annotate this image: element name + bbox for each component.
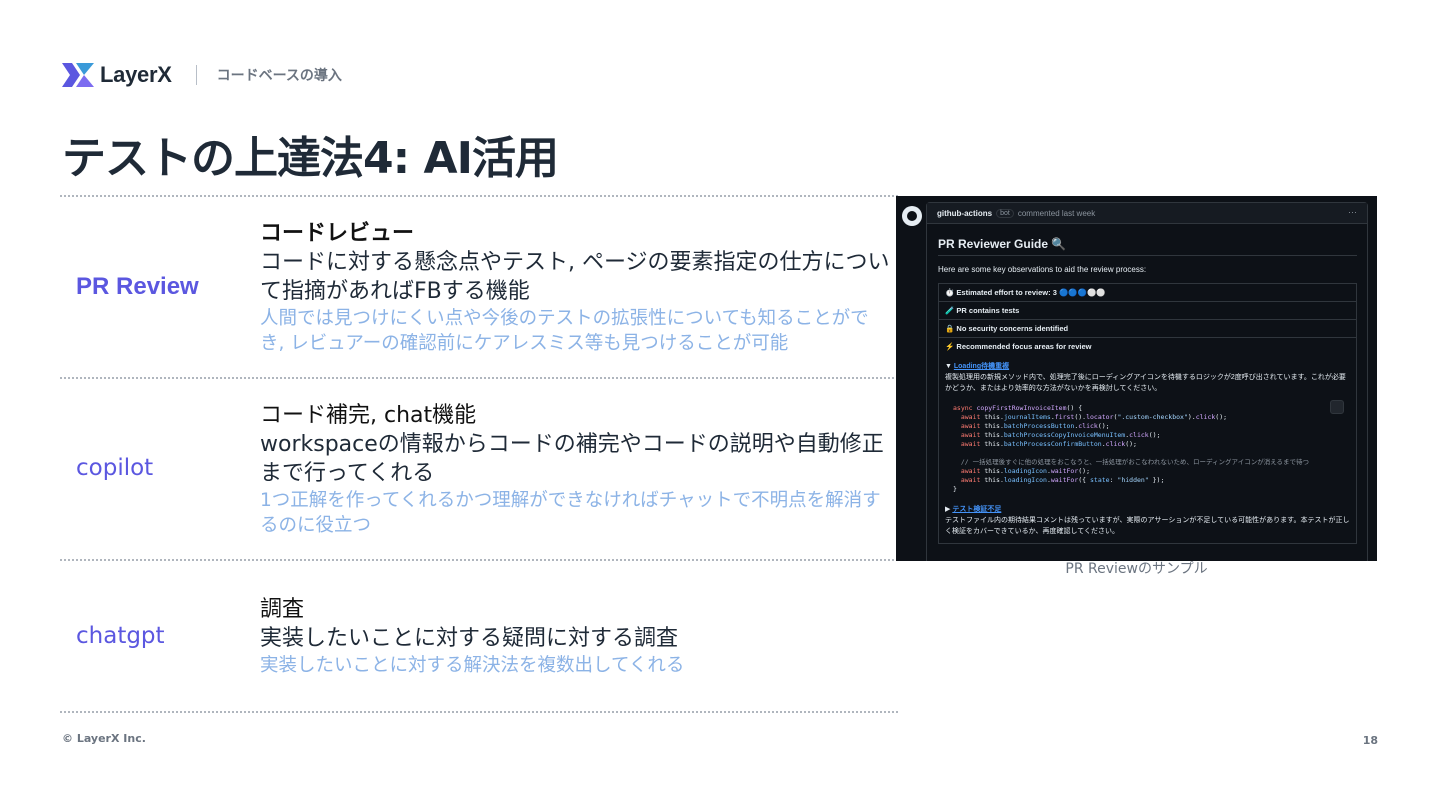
review-item: ⚡ Recommended focus areas for review [945,342,1092,351]
focus-link: Loading待機重複 [953,363,1010,370]
row-note: 1つ正解を作ってくれるかつ理解ができなければチャットで不明点を解消するのに役立つ [260,490,881,536]
row-heading: コードレビュー [260,221,415,246]
page-number: 18 [1362,734,1378,747]
comment-user: github-actions [937,208,993,218]
logo-text: LayerX [100,62,172,87]
screenshot-caption: PR Reviewのサンプル [1065,561,1208,577]
code-block: async copyFirstRowInvoiceItem() { await … [953,400,1350,494]
review-item: 🧪 PR contains tests [939,302,1356,320]
page-title: テストの上達法4: AI活用 [62,133,559,184]
comment-header: github-actions bot commented last week ·… [927,203,1367,224]
row-heading: 調査 [260,597,305,622]
row-body: 調査 実装したいことに対する疑問に対する調査 実装したいことに対する解決法を複数… [260,595,890,678]
review-item: 🔒 No security concerns identified [939,320,1356,338]
focus-link: テスト検証不足 [952,506,1002,513]
github-comment: github-actions bot commented last week ·… [926,202,1368,561]
section-title: コードベースの導入 [216,68,342,84]
guide-title: PR Reviewer Guide 🔍 [938,237,1067,251]
row-body: コード補完, chat機能 workspaceの情報からコードの補完やコードの説… [260,401,890,538]
review-item: ⏱️ Estimated effort to review: 3 🔵🔵🔵⚪⚪ [939,284,1356,302]
row-text: workspaceの情報からコードの補完やコードの説明や自動修正まで行ってくれる [260,432,884,486]
bot-badge: bot [996,208,1014,218]
tool-list: PR Review コードレビュー コードに対する懸念点やテスト, ページの要素… [60,195,898,713]
row-label: copilot [76,455,154,481]
copyright: © LayerX Inc. [62,732,146,745]
header-divider [195,65,197,85]
row-note: 実装したいことに対する解決法を複数出してくれる [260,655,685,676]
guide-intro: Here are some key observations to aid th… [938,265,1147,274]
row-body: コードレビュー コードに対する懸念点やテスト, ページの要素指定の仕方について指… [260,219,890,356]
focus-areas: ▼ Loading待機重複 複製処理用の新規メソッド内で、処理完了後にローディン… [945,363,1350,535]
divider [938,255,1357,256]
row-pr-review: PR Review コードレビュー コードに対する懸念点やテスト, ページの要素… [60,195,898,377]
row-chatgpt: chatgpt 調査 実装したいことに対する疑問に対する調査 実装したいことに対… [60,559,898,713]
row-text: コードに対する懸念点やテスト, ページの要素指定の仕方について指摘があればFBす… [260,250,890,304]
review-table: ⏱️ Estimated effort to review: 3 🔵🔵🔵⚪⚪ 🧪… [938,283,1357,544]
pr-review-screenshot: github-actions bot commented last week ·… [896,196,1377,561]
more-menu-icon: ··· [1348,207,1357,217]
row-copilot: copilot コード補完, chat機能 workspaceの情報からコードの… [60,377,898,559]
layerx-logo-icon [62,63,94,87]
github-avatar-icon [902,206,922,226]
row-label: chatgpt [76,623,165,649]
focus-text: テストファイル内の期待結果コメントは残っていますが、実際のアサーションが不足して… [945,517,1350,535]
header: LayerX コードベースの導入 [62,60,342,90]
row-text: 実装したいことに対する疑問に対する調査 [260,626,679,651]
comment-time: commented last week [1017,208,1096,218]
focus-text: 複製処理用の新規メソッド内で、処理完了後にローディングアイコンを待機するロジック… [945,374,1346,392]
row-heading: コード補完, chat機能 [260,403,477,428]
row-label: PR Review [76,273,199,300]
row-note: 人間では見つけにくい点や今後のテストの拡張性についても知ることができ, レビュア… [260,308,869,354]
copy-icon [1330,400,1344,414]
